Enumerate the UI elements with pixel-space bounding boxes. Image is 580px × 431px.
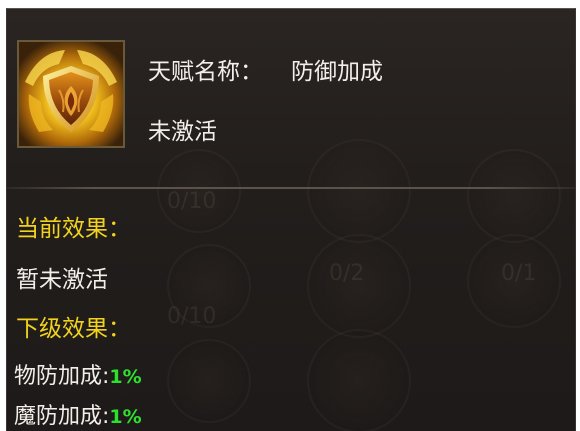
background-counter: 0/1 bbox=[501, 261, 537, 286]
next-effect-stat-row: 魔防加成:1% bbox=[14, 398, 142, 430]
background-talent-node bbox=[467, 149, 561, 243]
talent-status: 未激活 bbox=[148, 119, 217, 145]
current-effect-heading: 当前效果： bbox=[16, 216, 131, 242]
background-counter: 0/10 bbox=[167, 304, 217, 329]
talent-tooltip-panel: 0/10 0/2 0/1 0/10 天赋名称： 防御加成 未激活 当前效果： 暂… bbox=[6, 8, 576, 431]
background-talent-node bbox=[167, 339, 251, 423]
shield-icon-art bbox=[19, 42, 123, 146]
stat-value-physical-defense: 1% bbox=[109, 366, 142, 388]
shield-buff-icon bbox=[17, 40, 125, 148]
stat-label-magic-defense: 魔防加成: bbox=[14, 404, 110, 429]
header-divider bbox=[7, 187, 575, 189]
next-effect-stat-row: 物防加成:1% bbox=[14, 358, 142, 390]
background-counter: 0/10 bbox=[167, 189, 217, 214]
background-talent-node bbox=[307, 234, 411, 338]
background-counter: 0/2 bbox=[329, 261, 365, 286]
background-talent-node bbox=[307, 139, 411, 243]
next-effect-heading: 下级效果： bbox=[16, 316, 131, 342]
current-effect-text: 暂未激活 bbox=[16, 267, 108, 293]
talent-name-value: 防御加成 bbox=[291, 59, 383, 85]
talent-tooltip-screen: 0/10 0/2 0/1 0/10 天赋名称： 防御加成 未激活 当前效果： 暂… bbox=[0, 0, 580, 431]
stat-label-physical-defense: 物防加成: bbox=[14, 364, 110, 389]
talent-name-label: 天赋名称： bbox=[148, 59, 263, 85]
background-talent-node bbox=[307, 329, 411, 431]
stat-value-magic-defense: 1% bbox=[109, 406, 142, 428]
